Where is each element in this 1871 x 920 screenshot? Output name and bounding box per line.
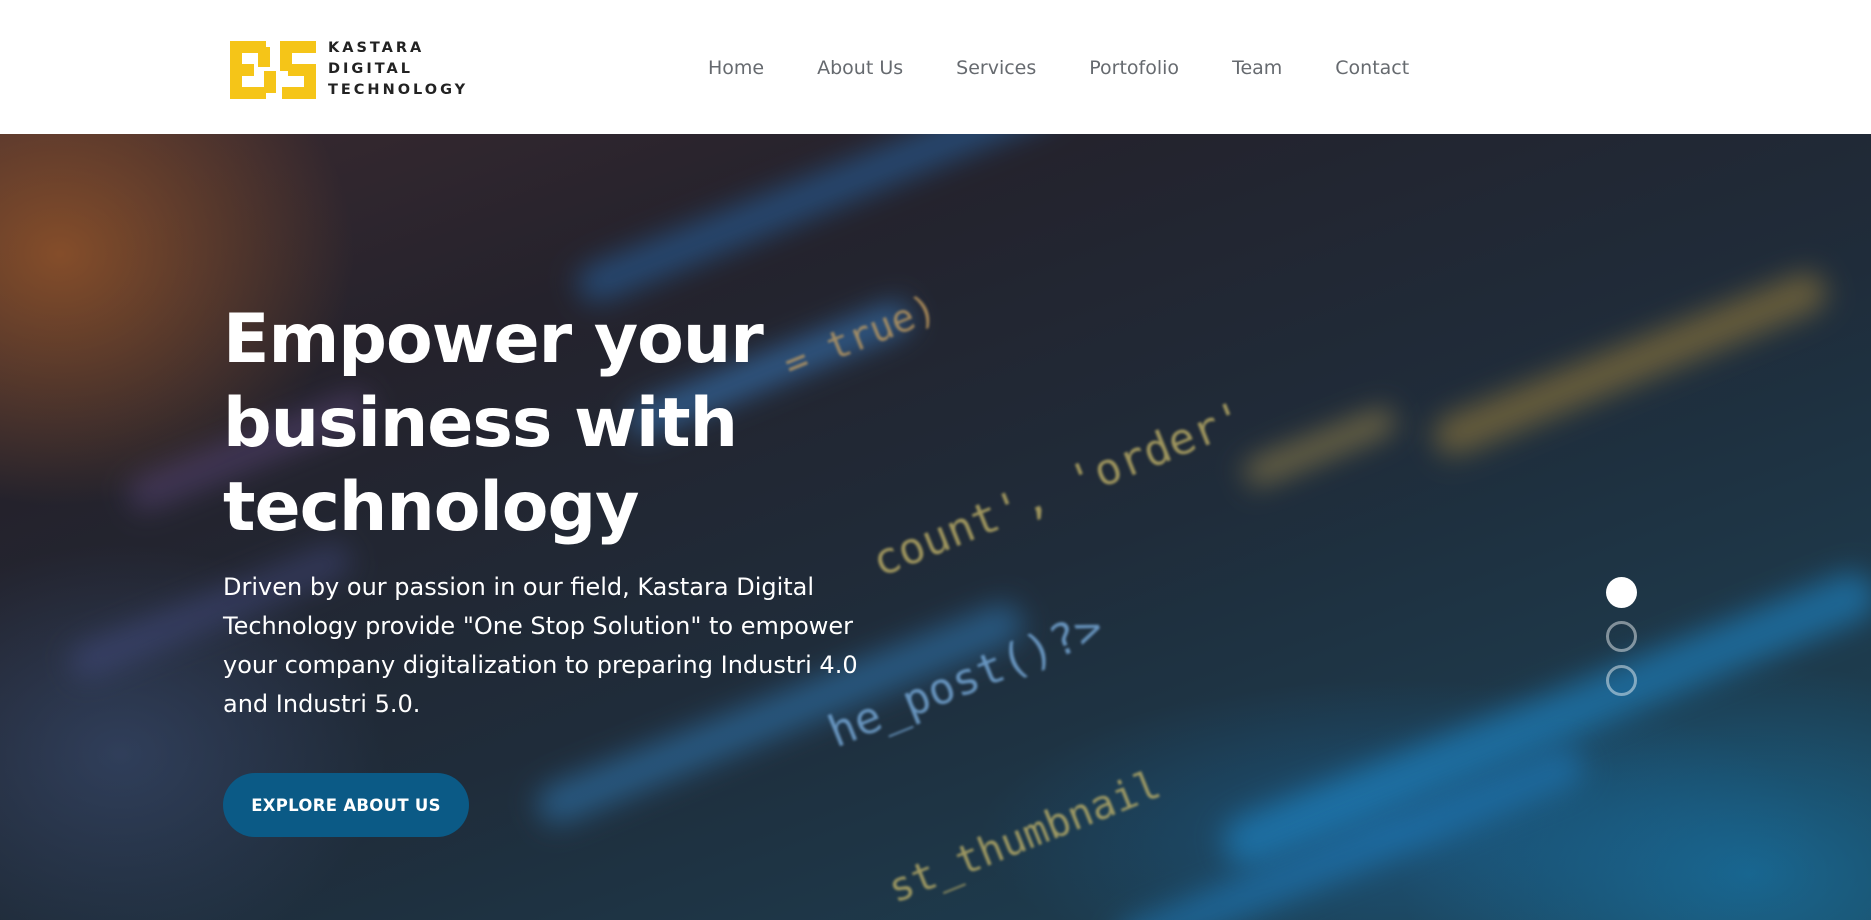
hero-title-line: business with [223, 384, 738, 463]
nav-item-contact[interactable]: Contact [1335, 57, 1409, 79]
background-code-blur [1240, 404, 1400, 490]
background-code-blur [1427, 266, 1833, 462]
brand-logo[interactable]: KASTARA DIGITAL TECHNOLOGY [230, 38, 468, 101]
logo-text: KASTARA DIGITAL TECHNOLOGY [328, 38, 468, 101]
nav-item-about-us[interactable]: About Us [817, 57, 903, 79]
site-header: KASTARA DIGITAL TECHNOLOGY Home About Us… [0, 0, 1871, 134]
hero-section: count', 'order' he_post()?> st_thumbnail… [0, 134, 1871, 920]
slider-dot-2[interactable] [1606, 621, 1637, 652]
slider-pagination [1606, 577, 1637, 709]
background-code-blur [1216, 564, 1871, 874]
background-code-blur [571, 134, 1069, 309]
nav-item-home[interactable]: Home [708, 57, 764, 79]
hero-title: Empower your business with technology [223, 298, 943, 550]
slider-dot-1[interactable] [1606, 577, 1637, 608]
hero-title-line: technology [223, 468, 640, 547]
logo-line: DIGITAL [328, 61, 413, 77]
background-code-blur [1110, 741, 1590, 920]
hero-description: Driven by our passion in our field, Kast… [223, 573, 858, 718]
logo-line: KASTARA [328, 40, 425, 56]
slider-dot-3[interactable] [1606, 665, 1637, 696]
hero-title-line: Empower your [223, 300, 764, 379]
background-code-glyph: st_thumbnail [881, 761, 1168, 913]
explore-about-us-button[interactable]: EXPLORE ABOUT US [223, 773, 469, 837]
logo-mark-icon [230, 40, 316, 99]
nav-item-team[interactable]: Team [1232, 57, 1282, 79]
nav-item-portofolio[interactable]: Portofolio [1089, 57, 1179, 79]
nav-item-services[interactable]: Services [956, 57, 1036, 79]
logo-line: TECHNOLOGY [328, 82, 469, 98]
main-nav: Home About Us Services Portofolio Team C… [708, 54, 1409, 82]
